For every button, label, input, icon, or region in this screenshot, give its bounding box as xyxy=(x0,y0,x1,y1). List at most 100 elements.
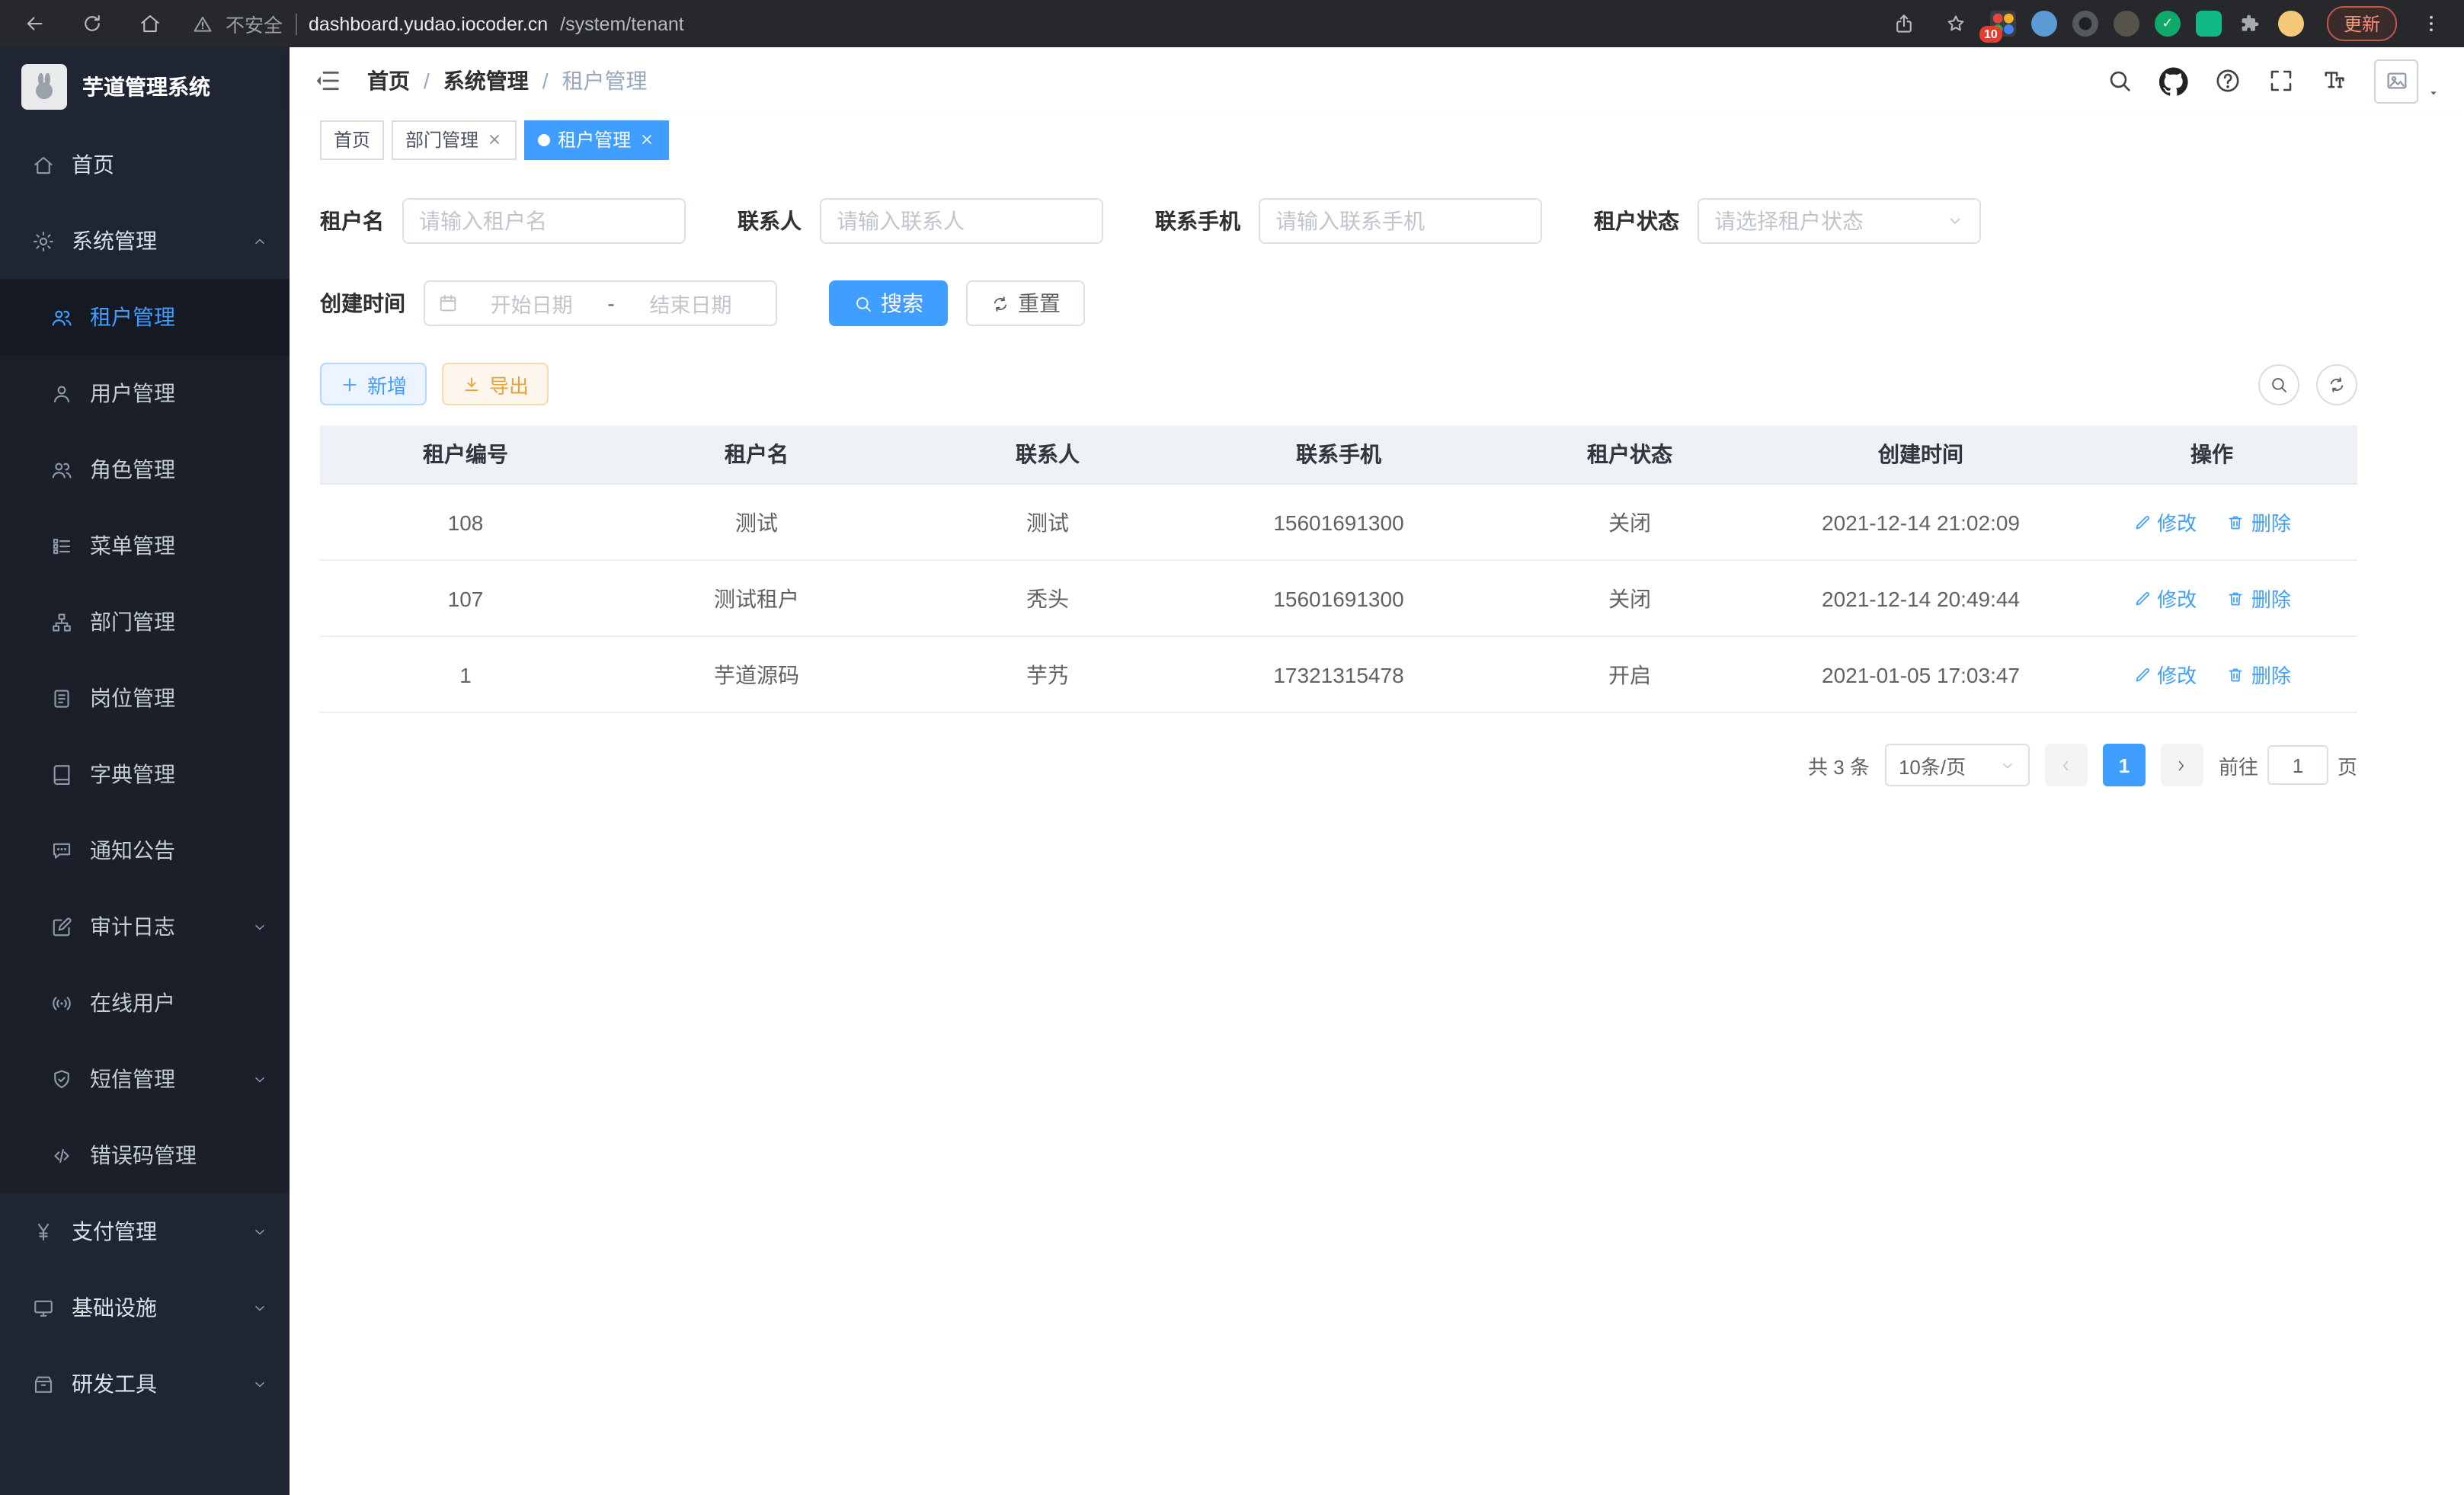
phone-input[interactable] xyxy=(1259,198,1542,244)
url-path: /system/tenant xyxy=(560,13,684,34)
next-page-button[interactable] xyxy=(2161,744,2203,786)
cell-created: 2021-12-14 21:02:09 xyxy=(1775,484,2066,560)
extension-icon-4[interactable] xyxy=(2114,11,2139,37)
page-size-select[interactable]: 10条/页 xyxy=(1885,744,2030,786)
sidebar-toggle-icon[interactable] xyxy=(312,66,343,96)
sidebar-item-menu[interactable]: 菜单管理 xyxy=(0,507,290,584)
fullscreen-icon[interactable] xyxy=(2267,67,2295,94)
col-actions: 操作 xyxy=(2066,425,2357,484)
browser-actions: 10 更新 xyxy=(1886,5,2449,42)
sidebar-item-tenant[interactable]: 租户管理 xyxy=(0,279,290,355)
breadcrumb-item-system[interactable]: 系统管理 xyxy=(443,66,529,96)
sidebar-item-label: 岗位管理 xyxy=(90,683,175,713)
tab-label: 首页 xyxy=(334,126,370,152)
sidebar-item-dept[interactable]: 部门管理 xyxy=(0,584,290,660)
trash-icon xyxy=(2227,513,2245,531)
sidebar-item-infra[interactable]: 基础设施 xyxy=(0,1269,290,1346)
sidebar-item-sms[interactable]: 短信管理 xyxy=(0,1041,290,1117)
back-icon xyxy=(22,12,45,35)
goto-page-input[interactable] xyxy=(2267,745,2328,785)
table-section: 新增 导出 租户编号 租户名 联系人 联系手机 xyxy=(320,363,2357,786)
browser-update-button[interactable]: 更新 xyxy=(2327,6,2397,41)
delete-link[interactable]: 删除 xyxy=(2227,507,2291,536)
col-tenant-name: 租户名 xyxy=(611,425,902,484)
cell-phone: 17321315478 xyxy=(1193,636,1484,712)
tab-tenant[interactable]: 租户管理 xyxy=(524,120,669,159)
share-icon xyxy=(1893,12,1916,35)
cell-created: 2021-12-14 20:49:44 xyxy=(1775,560,2066,636)
edit-link[interactable]: 修改 xyxy=(2133,507,2197,536)
extension-icon-8[interactable] xyxy=(2278,11,2304,37)
prev-page-button[interactable] xyxy=(2045,744,2088,786)
sidebar-item-pay[interactable]: 支付管理 xyxy=(0,1193,290,1269)
add-button[interactable]: 新增 xyxy=(320,363,427,405)
extension-icon-3[interactable] xyxy=(2072,11,2098,37)
share-button[interactable] xyxy=(1886,5,1923,42)
sidebar-item-audit-log[interactable]: 审计日志 xyxy=(0,888,290,965)
chevron-right-icon xyxy=(2174,757,2190,773)
cell-tenant-id: 108 xyxy=(320,484,611,560)
sidebar-item-home[interactable]: 首页 xyxy=(0,126,290,203)
sidebar-item-dict[interactable]: 字典管理 xyxy=(0,736,290,812)
yen-icon xyxy=(32,1220,55,1243)
contact-input[interactable] xyxy=(820,198,1103,244)
delete-link[interactable]: 删除 xyxy=(2227,660,2291,689)
close-icon[interactable] xyxy=(638,131,655,148)
breadcrumb-item-home[interactable]: 首页 xyxy=(367,66,410,96)
export-button[interactable]: 导出 xyxy=(442,363,549,405)
sidebar-item-user[interactable]: 用户管理 xyxy=(0,355,290,431)
extension-icon-2[interactable] xyxy=(2031,11,2057,37)
edit-link[interactable]: 修改 xyxy=(2133,584,2197,613)
search-icon[interactable] xyxy=(2106,67,2133,94)
browser-menu-button[interactable] xyxy=(2412,5,2449,42)
tenant-status-select[interactable]: 请选择租户状态 xyxy=(1698,198,1981,244)
sidebar-item-label: 在线用户 xyxy=(90,988,175,1018)
extensions-puzzle-icon[interactable] xyxy=(2237,11,2263,37)
address-bar[interactable]: 不安全 dashboard.yudao.iocoder.cn/system/te… xyxy=(192,9,1871,38)
home-button[interactable] xyxy=(131,5,168,42)
create-time-range-picker[interactable]: 开始日期 - 结束日期 xyxy=(424,280,777,326)
error-code-icon xyxy=(50,1144,73,1167)
delete-link[interactable]: 删除 xyxy=(2227,584,2291,613)
github-icon[interactable] xyxy=(2159,66,2188,95)
col-phone: 联系手机 xyxy=(1193,425,1484,484)
extension-icon-6[interactable] xyxy=(2196,11,2222,37)
sidebar-item-online-user[interactable]: 在线用户 xyxy=(0,965,290,1041)
tenant-name-input[interactable] xyxy=(402,198,686,244)
toggle-search-button[interactable] xyxy=(2258,363,2299,405)
search-icon xyxy=(2269,374,2289,394)
goto-page: 前往 页 xyxy=(2219,745,2357,785)
font-size-icon[interactable] xyxy=(2321,67,2348,94)
bookmark-button[interactable] xyxy=(1938,5,1975,42)
reload-button[interactable] xyxy=(73,5,110,42)
user-avatar[interactable] xyxy=(2374,59,2441,103)
cell-actions: 修改 删除 xyxy=(2066,484,2357,560)
tab-dept[interactable]: 部门管理 xyxy=(392,120,517,159)
help-icon[interactable] xyxy=(2214,67,2242,94)
chevron-left-icon xyxy=(2058,757,2075,773)
reset-button[interactable]: 重置 xyxy=(966,280,1085,326)
total-label: 共 3 条 xyxy=(1808,751,1870,780)
sidebar-item-label: 菜单管理 xyxy=(90,530,175,561)
sidebar-item-error-code[interactable]: 错误码管理 xyxy=(0,1117,290,1193)
back-button[interactable] xyxy=(15,5,52,42)
broken-image-icon xyxy=(2384,69,2408,93)
edit-link[interactable]: 修改 xyxy=(2133,660,2197,689)
extension-icon-1[interactable]: 10 xyxy=(1990,11,2016,37)
refresh-table-button[interactable] xyxy=(2316,363,2357,405)
phone-label: 联系手机 xyxy=(1155,206,1240,236)
tab-home[interactable]: 首页 xyxy=(320,120,384,159)
sidebar-item-devtools[interactable]: 研发工具 xyxy=(0,1346,290,1422)
sidebar-item-system[interactable]: 系统管理 xyxy=(0,203,290,279)
refresh-icon xyxy=(2327,374,2347,394)
sidebar-item-notice[interactable]: 通知公告 xyxy=(0,812,290,888)
filter-phone: 联系手机 xyxy=(1155,198,1542,244)
sidebar-item-post[interactable]: 岗位管理 xyxy=(0,660,290,736)
app-logo[interactable]: 芋道管理系统 xyxy=(0,47,290,126)
tab-label: 部门管理 xyxy=(405,126,478,152)
search-button[interactable]: 搜索 xyxy=(829,280,948,326)
close-icon[interactable] xyxy=(486,131,503,148)
extension-icon-5[interactable] xyxy=(2155,11,2181,37)
sidebar-item-role[interactable]: 角色管理 xyxy=(0,431,290,507)
page-1-button[interactable]: 1 xyxy=(2103,744,2146,786)
